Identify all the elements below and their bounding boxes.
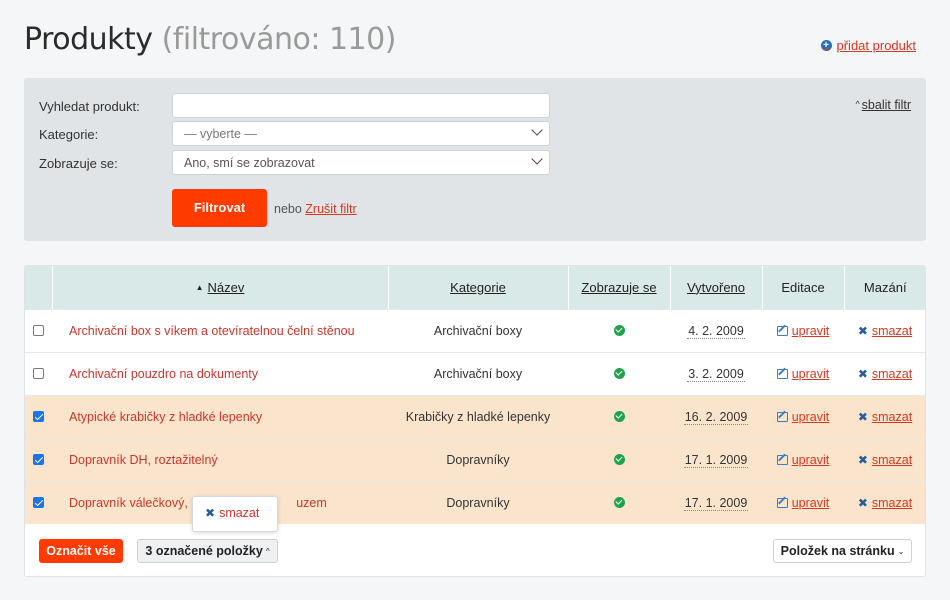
chevron-down-icon <box>531 124 543 136</box>
clear-filter-link[interactable]: Zrušit filtr <box>305 202 356 216</box>
product-category: Dopravníky <box>446 452 510 467</box>
created-date: 3. 2. 2009 <box>687 366 745 382</box>
delete-icon: ✖ <box>857 409 868 424</box>
chevron-down-icon <box>531 153 543 165</box>
edit-icon <box>776 411 788 422</box>
visible-check-icon <box>613 324 625 336</box>
collapse-filter-label: sbalit filtr <box>861 98 911 112</box>
search-input[interactable] <box>172 93 550 118</box>
filter-button[interactable]: Filtrovat <box>172 189 267 227</box>
select-all-button[interactable]: Označit vše <box>39 539 123 563</box>
created-date: 4. 2. 2009 <box>687 323 745 339</box>
created-date: 17. 1. 2009 <box>683 452 749 468</box>
collapse-filter-link[interactable]: ^ sbalit filtr <box>855 98 911 112</box>
visible-label: Zobrazuje se: <box>39 156 118 171</box>
visible-check-icon <box>613 410 625 422</box>
edit-link[interactable]: upravit <box>792 410 830 424</box>
category-select-value: — vyberte — <box>184 127 257 141</box>
edit-icon <box>776 325 788 336</box>
or-text: nebo <box>274 202 302 216</box>
table-row: Atypické krabičky z hladké lepenky Krabi… <box>25 395 925 438</box>
delete-icon: ✖ <box>857 495 868 510</box>
page: Produkty (filtrováno: 110) + přidat prod… <box>0 0 950 600</box>
visible-check-icon <box>613 453 625 465</box>
edit-link[interactable]: upravit <box>792 453 830 467</box>
delete-link[interactable]: smazat <box>872 453 912 467</box>
visible-check-icon <box>613 496 625 508</box>
visible-check-icon <box>613 367 625 379</box>
add-product-label: přidat produkt <box>836 38 917 53</box>
table-row: Dopravník válečkový, n uzem Dopravníky 17… <box>25 481 925 524</box>
edit-link[interactable]: upravit <box>792 367 830 381</box>
delete-link[interactable]: smazat <box>872 410 912 424</box>
products-table: ▲ Název Kategorie Zobrazuje se Vytvořeno … <box>24 265 926 577</box>
category-select[interactable]: — vyberte — <box>172 121 550 146</box>
delete-icon: ✖ <box>205 506 216 520</box>
delete-icon: ✖ <box>857 366 868 381</box>
chevron-up-icon: ^ <box>855 99 860 109</box>
product-name-link[interactable]: Archivační pouzdro na dokumenty <box>52 352 388 395</box>
edit-link[interactable]: upravit <box>792 324 830 338</box>
plus-icon: + <box>820 40 832 51</box>
product-name-link[interactable]: Archivační box s víkem a otevíratelnou č… <box>52 309 388 352</box>
page-title-text: Produkty <box>24 22 153 57</box>
select-column-header <box>25 266 53 309</box>
created-date: 16. 2. 2009 <box>683 409 749 425</box>
column-delete: Mazání <box>863 279 907 295</box>
delete-icon: ✖ <box>857 323 868 338</box>
delete-link[interactable]: smazat <box>872 496 912 510</box>
sort-asc-icon: ▲ <box>195 282 204 292</box>
row-checkbox[interactable] <box>33 324 44 336</box>
edit-icon <box>776 497 788 508</box>
visible-select-value: Ano, smí se zobrazovat <box>184 156 315 170</box>
column-visible[interactable]: Zobrazuje se <box>568 266 671 309</box>
add-product-link[interactable]: + přidat produkt <box>820 38 917 53</box>
product-category: Archivační boxy <box>433 366 523 381</box>
column-name[interactable]: ▲ Název <box>52 266 389 309</box>
row-checkbox[interactable] <box>33 453 44 465</box>
filter-panel: Vyhledat produkt: Kategorie: — vyberte —… <box>24 78 926 241</box>
row-checkbox[interactable] <box>33 496 44 508</box>
per-page-label: Položek na stránku <box>780 544 895 558</box>
selected-items-label: 3 označené položky <box>145 544 263 558</box>
table-header-row: ▲ Název Kategorie Zobrazuje se Vytvořeno … <box>25 266 925 309</box>
column-edit: Editace <box>762 266 845 309</box>
product-category: Archivační boxy <box>433 323 523 338</box>
edit-icon <box>776 368 788 379</box>
product-name-link[interactable]: Atypické krabičky z hladké lepenky <box>52 395 388 438</box>
table-row: Archivační box s víkem a otevíratelnou č… <box>25 309 925 352</box>
table-row: Dopravník DH, roztažitelný Dopravníky 17… <box>25 438 925 481</box>
delete-link[interactable]: smazat <box>872 324 912 338</box>
or-clear: nebo Zrušit filtr <box>274 202 357 216</box>
selected-items-dropdown[interactable]: 3 označené položky ^ <box>137 539 278 563</box>
filter-count: (filtrováno: 110) <box>161 22 397 57</box>
created-date: 17. 1. 2009 <box>683 495 749 511</box>
chevron-down-icon: ⌄ <box>897 547 905 556</box>
visible-select[interactable]: Ano, smí se zobrazovat <box>172 150 550 175</box>
edit-link[interactable]: upravit <box>792 496 830 510</box>
table-row: Archivační pouzdro na dokumenty Archivač… <box>25 352 925 395</box>
column-created[interactable]: Vytvořeno <box>670 266 763 309</box>
bulk-delete-option[interactable]: smazat <box>219 506 259 520</box>
delete-link[interactable]: smazat <box>872 367 912 381</box>
chevron-up-icon: ^ <box>265 547 270 556</box>
bulk-actions-popup[interactable]: ✖ smazat <box>192 496 278 532</box>
product-category: Dopravníky <box>446 495 510 510</box>
row-checkbox[interactable] <box>33 367 44 379</box>
edit-icon <box>776 454 788 465</box>
product-name-link[interactable]: Dopravník DH, roztažitelný <box>52 438 388 481</box>
delete-icon: ✖ <box>857 452 868 467</box>
search-label: Vyhledat produkt: <box>39 99 140 114</box>
column-category[interactable]: Kategorie <box>388 266 569 309</box>
page-title: Produkty (filtrováno: 110) <box>24 22 396 57</box>
per-page-dropdown[interactable]: Položek na stránku ⌄ <box>773 539 912 563</box>
product-category: Krabičky z hladké lepenky <box>405 409 551 424</box>
category-label: Kategorie: <box>39 127 99 142</box>
row-checkbox[interactable] <box>33 410 44 422</box>
